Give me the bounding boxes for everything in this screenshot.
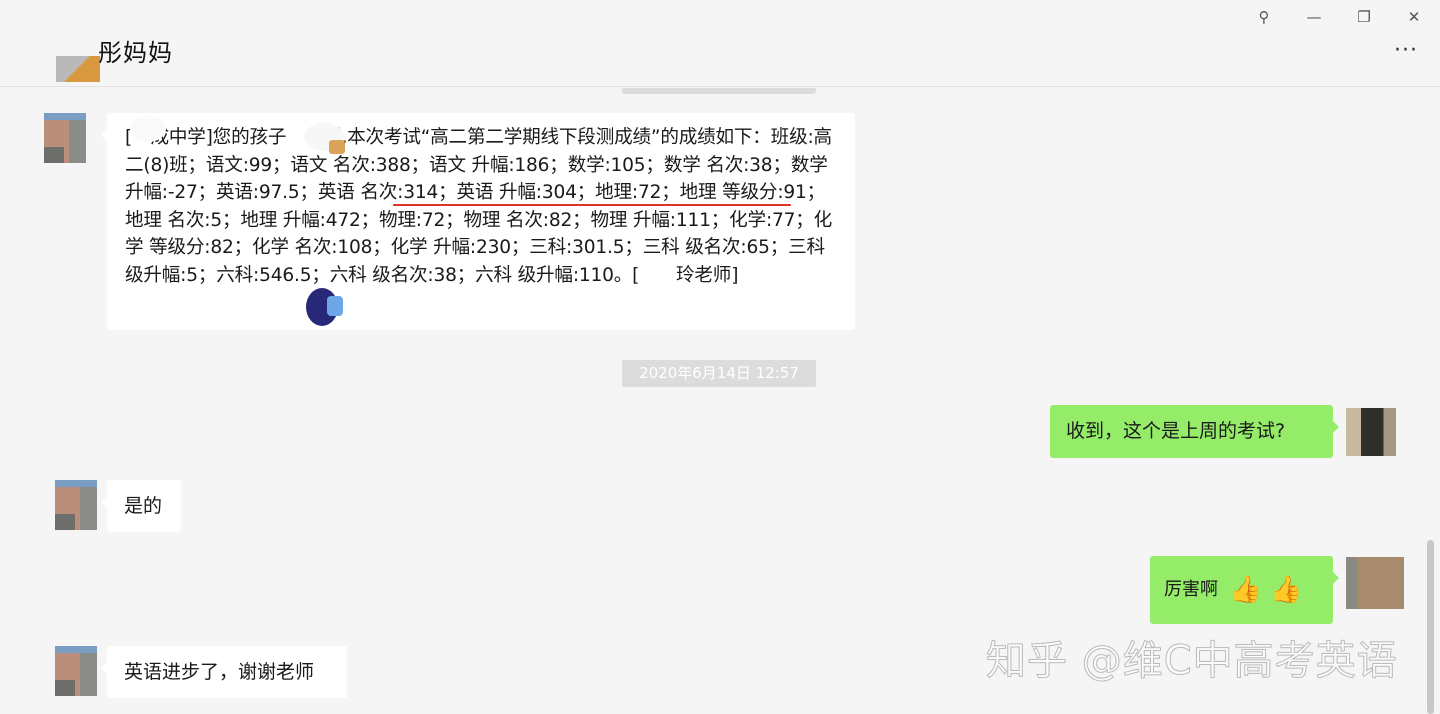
redaction-mark bbox=[130, 116, 166, 142]
watermark: 知乎 @维C中高考英语 bbox=[986, 638, 1398, 685]
redaction-mark bbox=[327, 296, 343, 316]
chat-header: ⚲ — ❐ ✕ 彤妈妈 ··· bbox=[0, 0, 1440, 87]
message-text: 收到，这个是上周的考试? bbox=[1066, 420, 1286, 442]
contact-avatar[interactable] bbox=[56, 46, 100, 82]
my-avatar[interactable] bbox=[1346, 408, 1396, 456]
pin-icon[interactable]: ⚲ bbox=[1252, 6, 1276, 28]
message-text: 英语进步了，谢谢老师 bbox=[124, 661, 315, 683]
message-text: 是的 bbox=[124, 495, 163, 517]
message-bubble[interactable]: [ 成中学]您的孩子 彤,本次考试“高二第二学期线下段测成绩”的成绩如下：班级:… bbox=[101, 113, 855, 330]
sender-avatar[interactable] bbox=[55, 480, 97, 530]
my-avatar[interactable] bbox=[1346, 557, 1404, 609]
minimize-icon[interactable]: — bbox=[1302, 6, 1326, 28]
sender-avatar[interactable] bbox=[44, 113, 86, 163]
message-bubble[interactable]: 收到，这个是上周的考试? bbox=[1050, 405, 1339, 458]
underline-annotation bbox=[393, 204, 791, 206]
sender-avatar[interactable] bbox=[55, 646, 97, 696]
load-more-indicator bbox=[622, 88, 816, 94]
chat-title: 彤妈妈 bbox=[98, 39, 173, 67]
timestamp: 2020年6月14日 12:57 bbox=[622, 360, 816, 387]
message-text: 厉害啊 bbox=[1164, 579, 1218, 600]
message-bubble[interactable]: 厉害啊 👍 👍 bbox=[1150, 556, 1339, 624]
thumbs-up-icon: 👍 👍 bbox=[1229, 575, 1303, 605]
message-bubble[interactable]: 英语进步了，谢谢老师 bbox=[101, 646, 347, 698]
message-bubble[interactable]: 是的 bbox=[101, 480, 181, 532]
more-options-icon[interactable]: ··· bbox=[1394, 40, 1424, 67]
scrollbar[interactable] bbox=[1427, 540, 1434, 714]
close-icon[interactable]: ✕ bbox=[1402, 6, 1426, 28]
redaction-mark bbox=[329, 140, 345, 154]
maximize-icon[interactable]: ❐ bbox=[1352, 6, 1376, 28]
message-text: [ 成中学]您的孩子 彤,本次考试“高二第二学期线下段测成绩”的成绩如下：班级:… bbox=[125, 127, 833, 286]
